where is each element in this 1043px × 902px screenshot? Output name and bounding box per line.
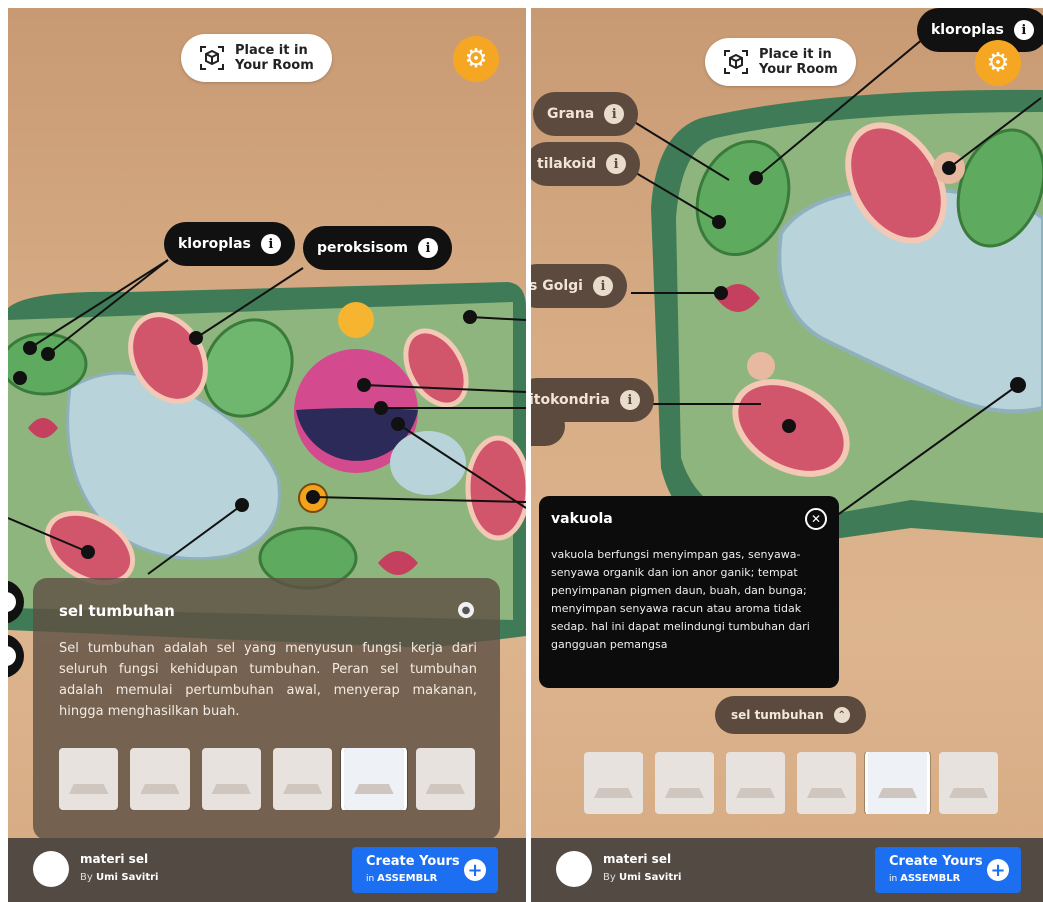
model-thumbnail-selected[interactable]	[865, 752, 930, 814]
model-thumbnail[interactable]	[797, 752, 856, 814]
info-icon[interactable]: i	[619, 390, 640, 410]
label-tilakoid[interactable]: tilakoid i	[531, 142, 641, 186]
model-thumbnail[interactable]	[272, 748, 333, 810]
avatar[interactable]	[33, 851, 69, 887]
place-in-room-button[interactable]: Place it in Your Room	[705, 38, 856, 86]
create-yours-button[interactable]: Create Yours in ASSEMBLR +	[352, 847, 498, 893]
close-icon[interactable]: ✕	[805, 508, 827, 530]
label-grana[interactable]: Grana i	[533, 92, 639, 136]
place-button-text: Place it in Your Room	[235, 43, 314, 73]
ar-cube-icon	[723, 49, 749, 75]
label-peroksisom[interactable]: peroksisom i	[303, 226, 453, 270]
ar-cube-icon	[199, 45, 225, 71]
model-thumbnail[interactable]	[655, 752, 714, 814]
popup-title: vakuola	[551, 511, 613, 527]
info-icon[interactable]: i	[1013, 20, 1034, 40]
project-title: materi sel	[603, 852, 672, 866]
model-thumbnail-strip[interactable]	[584, 752, 998, 814]
model-thumbnail-selected[interactable]	[341, 748, 407, 810]
description-sheet: sel tumbuhan ● Sel tumbuhan adalah sel y…	[33, 578, 500, 840]
avatar[interactable]	[556, 851, 592, 887]
sheet-body: Sel tumbuhan adalah sel yang menyusun fu…	[59, 641, 477, 719]
info-icon[interactable]: i	[418, 238, 439, 258]
plus-icon: +	[987, 859, 1009, 881]
left-screen: Place it in Your Room ⚙ kloroplas i perok…	[8, 8, 526, 902]
sheet-title: sel tumbuhan	[59, 602, 175, 620]
model-thumbnail-strip[interactable]	[59, 748, 475, 810]
label-kloroplas[interactable]: kloroplas i	[917, 8, 1043, 52]
chevron-up-icon: ⌃	[833, 707, 850, 723]
model-thumbnail[interactable]	[939, 752, 998, 814]
info-icon[interactable]: i	[260, 234, 281, 254]
model-thumbnail[interactable]	[59, 748, 119, 810]
close-icon[interactable]: ●	[458, 602, 474, 618]
project-title: materi sel	[80, 852, 149, 866]
info-icon[interactable]: i	[606, 154, 627, 174]
model-thumbnail[interactable]	[415, 748, 475, 810]
footer-bar: materi sel By Umi Savitri Create Yours i…	[8, 838, 526, 902]
gear-icon[interactable]: ⚙	[975, 40, 1021, 86]
info-icon[interactable]: i	[592, 276, 613, 296]
create-yours-button[interactable]: Create Yours in ASSEMBLR +	[875, 847, 1021, 893]
info-icon[interactable]: i	[8, 592, 16, 612]
project-author: By Umi Savitri	[80, 872, 159, 883]
model-thumbnail[interactable]	[726, 752, 785, 814]
gear-icon[interactable]: ⚙	[453, 36, 499, 82]
model-thumbnail[interactable]	[584, 752, 643, 814]
info-icon[interactable]: i	[8, 646, 16, 666]
sel-tumbuhan-chip[interactable]: sel tumbuhan ⌃	[715, 696, 866, 734]
vakuola-info-popup: vakuola ✕ vakuola berfungsi menyimpan ga…	[539, 496, 839, 688]
project-author: By Umi Savitri	[603, 872, 682, 883]
plus-icon: +	[464, 859, 486, 881]
label-kloroplas[interactable]: kloroplas i	[164, 222, 295, 266]
info-icon[interactable]: i	[604, 104, 625, 124]
model-thumbnail[interactable]	[201, 748, 261, 810]
popup-body: vakuola berfungsi menyimpan gas, senyawa…	[551, 548, 810, 651]
footer-bar: materi sel By Umi Savitri Create Yours i…	[531, 838, 1043, 902]
model-thumbnail[interactable]	[130, 748, 190, 810]
right-screen: kloroplas i Place it in Your Room ⚙ Grana…	[531, 8, 1043, 902]
label-badan-golgi[interactable]: s Golgi i	[531, 264, 627, 308]
place-in-room-button[interactable]: Place it in Your Room	[181, 34, 332, 82]
place-button-text: Place it in Your Room	[759, 47, 838, 77]
